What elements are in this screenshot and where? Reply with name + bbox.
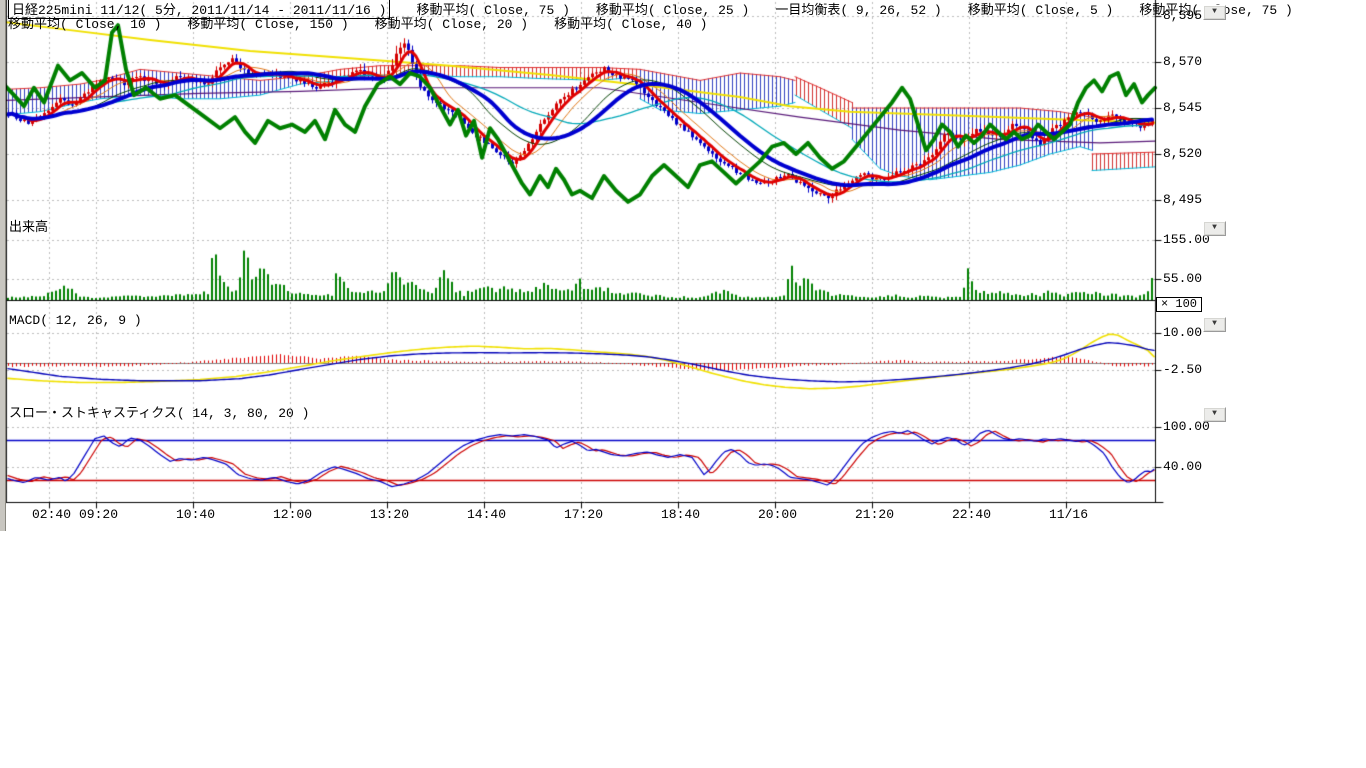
stochastics-axis-label: 40.00 [1163,459,1202,474]
chart-plot-area[interactable] [0,0,1366,768]
time-axis-label: 12:00 [273,507,312,522]
chart-window: 日経225mini 11/12( 5分, 2011/11/14 - 2011/1… [0,0,1366,768]
time-axis-label: 13:20 [370,507,409,522]
volume-panel-collapse-button[interactable]: ▼ [1203,221,1226,236]
macd-panel-label: MACD( 12, 26, 9 ) [9,314,142,328]
indicator-legend: 日経225mini 11/12( 5分, 2011/11/14 - 2011/1… [8,1,1293,29]
macd-panel-collapse-button[interactable]: ▼ [1203,317,1226,332]
time-axis-label: 20:00 [758,507,797,522]
time-axis-label: 18:40 [661,507,700,522]
left-scrollbar[interactable] [0,0,6,531]
time-axis-label: 22:40 [952,507,991,522]
volume-axis-label: 55.00 [1163,271,1202,286]
price-axis-label: 8,570 [1163,54,1202,69]
legend-item: 一目均衡表( 9, 26, 52 ) [775,0,941,18]
macd-axis-label: -2.50 [1163,362,1202,377]
macd-axis-label: 10.00 [1163,325,1202,340]
time-axis-label: 17:20 [564,507,603,522]
time-axis-label: 21:20 [855,507,894,522]
stochastics-panel-label: スロー・ストキャスティクス( 14, 3, 80, 20 ) [9,407,309,421]
time-axis-label: 11/16 [1049,507,1088,522]
stochastics-panel-collapse-button[interactable]: ▼ [1203,407,1226,422]
volume-panel-label: 出来高 [9,221,48,235]
legend-item: 移動平均( Close, 150 ) [187,13,348,32]
time-axis-label: 02:40 [32,507,71,522]
legend-item: 移動平均( Close, 40 ) [554,13,707,32]
legend-item: 移動平均( Close, 20 ) [375,13,528,32]
price-panel-collapse-button[interactable]: ▼ [1203,5,1226,20]
price-axis-label: 8,545 [1163,100,1202,115]
time-axis-label: 14:40 [467,507,506,522]
legend-item: 移動平均( Close, 5 ) [968,0,1114,18]
time-axis-label: 09:20 [79,507,118,522]
time-axis-label: 10:40 [176,507,215,522]
price-axis-label: 8,520 [1163,146,1202,161]
price-axis-label: 8,595 [1163,8,1202,23]
price-axis-label: 8,495 [1163,192,1202,207]
volume-unit-multiplier: × 100 [1156,297,1202,312]
legend-item: 移動平均( Close, 10 ) [8,13,161,32]
